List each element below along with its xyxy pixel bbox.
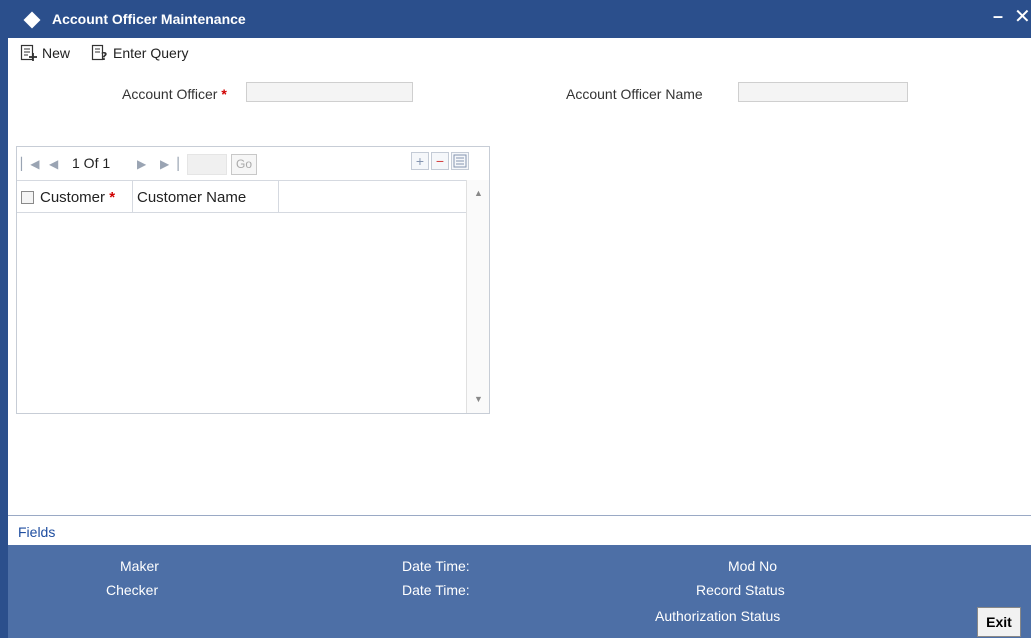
- audit-footer: Maker Checker Date Time: Date Time: Mod …: [8, 545, 1031, 638]
- checker-label: Checker: [106, 582, 159, 598]
- enter-query-button[interactable]: ? Enter Query: [91, 44, 188, 62]
- new-label: New: [42, 45, 71, 61]
- svg-text:?: ?: [101, 50, 107, 62]
- column-header-customer: Customer *: [40, 189, 116, 206]
- customer-grid: ▏◀ ◀ 1 Of 1 ▶ ▶▕ Go + − Customer * Custo…: [16, 146, 490, 414]
- new-button[interactable]: New: [20, 44, 70, 62]
- fields-bar: Fields: [8, 515, 1031, 545]
- minimize-button[interactable]: –: [993, 6, 1003, 27]
- account-officer-input[interactable]: [246, 82, 413, 102]
- record-status-label: Record Status: [696, 582, 785, 598]
- maker-date-time-label: Date Time:: [402, 558, 470, 574]
- authorization-status-label: Authorization Status: [655, 608, 781, 624]
- checker-date-time-label: Date Time:: [402, 582, 470, 598]
- previous-page-icon[interactable]: ◀: [49, 157, 58, 171]
- grid-header: Customer * Customer Name: [17, 180, 466, 213]
- required-marker: *: [109, 189, 116, 206]
- column-divider: [132, 181, 133, 212]
- go-button[interactable]: Go: [231, 154, 257, 175]
- first-page-icon[interactable]: ▏◀: [21, 157, 39, 171]
- new-document-icon: [20, 44, 37, 61]
- scroll-up-icon[interactable]: ▲: [474, 188, 483, 198]
- mod-no-label: Mod No: [728, 558, 778, 574]
- account-officer-label: Account Officer *: [122, 86, 227, 102]
- page-info: 1 Of 1: [72, 155, 111, 171]
- close-button[interactable]: ✕: [1014, 4, 1031, 29]
- remove-row-button[interactable]: −: [431, 152, 449, 170]
- column-header-customer-name: Customer Name: [137, 189, 247, 206]
- fields-link[interactable]: Fields: [18, 524, 55, 540]
- grid-vertical-scrollbar[interactable]: ▲ ▼: [466, 180, 489, 413]
- title-bar: Account Officer Maintenance – ✕: [8, 0, 1031, 38]
- required-marker: *: [221, 86, 227, 102]
- list-icon: [453, 154, 467, 168]
- account-officer-name-input[interactable]: [738, 82, 908, 102]
- single-view-button[interactable]: [451, 152, 469, 170]
- window-title: Account Officer Maintenance: [52, 11, 246, 27]
- next-page-icon[interactable]: ▶: [137, 157, 146, 171]
- enter-query-label: Enter Query: [113, 45, 189, 61]
- add-row-button[interactable]: +: [411, 152, 429, 170]
- account-officer-name-label: Account Officer Name: [566, 86, 703, 102]
- toolbar: New ? Enter Query: [16, 38, 1031, 70]
- page-number-input[interactable]: [187, 154, 227, 175]
- grid-pagination: ▏◀ ◀ 1 Of 1 ▶ ▶▕ Go + −: [17, 147, 489, 180]
- maker-label: Maker: [120, 558, 159, 574]
- diamond-icon: [23, 11, 41, 29]
- last-page-icon[interactable]: ▶▕: [160, 157, 178, 171]
- scroll-down-icon[interactable]: ▼: [474, 394, 483, 404]
- query-document-icon: ?: [91, 44, 107, 62]
- select-all-checkbox[interactable]: [21, 191, 34, 204]
- column-divider: [278, 181, 279, 212]
- exit-button[interactable]: Exit: [977, 607, 1021, 637]
